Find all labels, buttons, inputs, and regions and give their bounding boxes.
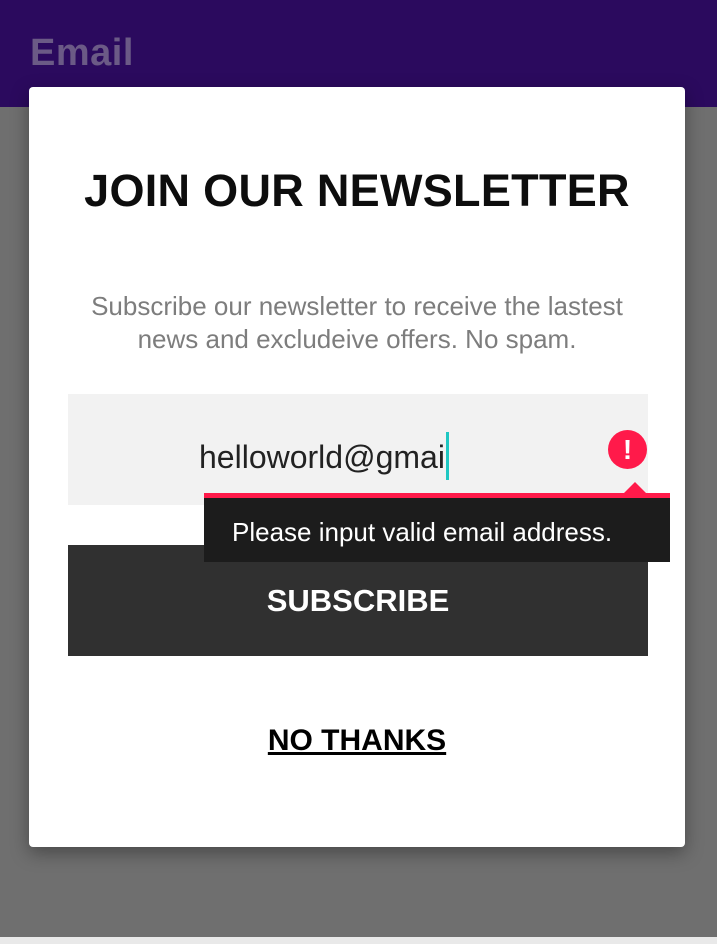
error-tooltip-message: Please input valid email address. bbox=[232, 517, 613, 547]
email-field[interactable]: helloworld@gmai ! bbox=[68, 394, 648, 505]
no-thanks-link[interactable]: NO THANKS bbox=[268, 724, 446, 757]
bottom-strip bbox=[0, 937, 717, 944]
email-field-value[interactable]: helloworld@gmai bbox=[199, 432, 449, 480]
tooltip-arrow bbox=[624, 482, 646, 493]
text-cursor bbox=[445, 432, 449, 480]
error-tooltip: Please input valid email address. bbox=[204, 482, 670, 562]
dialog-subtitle: Subscribe our newsletter to receive the … bbox=[91, 291, 623, 354]
newsletter-dialog: JOIN OUR NEWSLETTER Subscribe our newsle… bbox=[29, 87, 685, 847]
dialog-headline: JOIN OUR NEWSLETTER bbox=[84, 165, 630, 216]
no-thanks-container: NO THANKS bbox=[29, 724, 685, 758]
app-title: Email bbox=[30, 32, 134, 74]
email-text: helloworld@gmai bbox=[199, 439, 445, 475]
error-exclamation-icon[interactable]: ! bbox=[608, 430, 647, 469]
